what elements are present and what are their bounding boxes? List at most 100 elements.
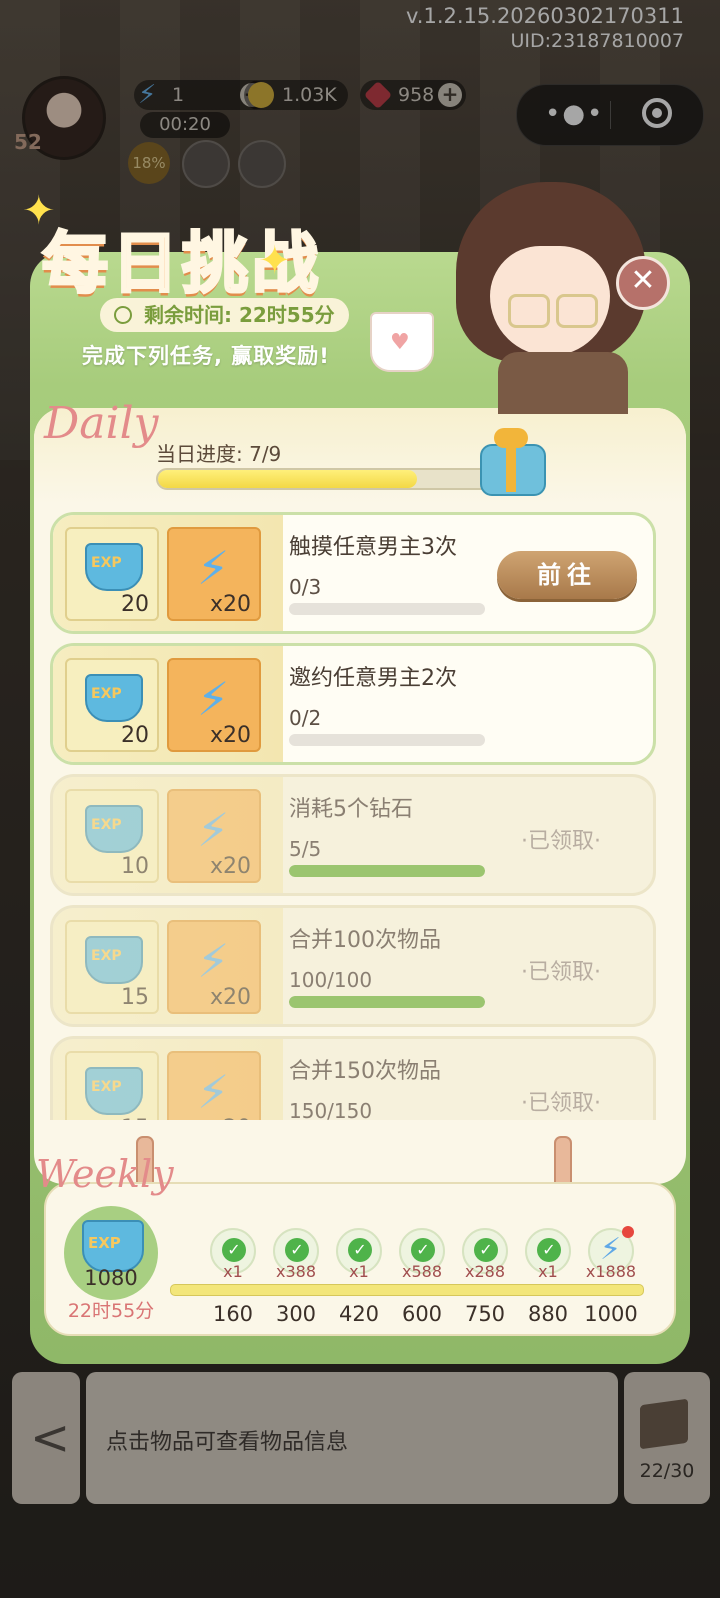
gift-bow (494, 428, 528, 448)
task-name: 触摸任意男主3次 (289, 535, 457, 560)
checkmark-icon: ✓ (411, 1238, 435, 1262)
close-button[interactable]: ✕ (616, 256, 670, 310)
task-row[interactable]: EXP 20 ⚡ x20 触摸任意男主3次 0/3 前往 (50, 512, 656, 634)
energy-reward-qty: x20 (209, 985, 251, 1010)
milestone-qty: x1 (223, 1262, 243, 1281)
storage-box-icon (640, 1398, 688, 1450)
coffee-cup-illustration (370, 312, 434, 372)
item-info-text: 点击物品可查看物品信息 (106, 1430, 349, 1455)
storage-button[interactable]: 22/30 (624, 1372, 710, 1504)
daily-progress-label: 当日进度: 7/9 (156, 442, 282, 466)
lightning-bolt-icon: ⚡ (197, 934, 230, 988)
gift-ribbon (506, 444, 516, 492)
lightning-bolt-icon: ⚡ (197, 672, 230, 726)
exp-cup-icon: EXP (85, 543, 143, 591)
milestone-points: 750 (464, 1302, 506, 1326)
energy-reward-qty: x20 (210, 1116, 251, 1120)
task-name: 邀约任意男主2次 (289, 666, 457, 691)
energy-reward-qty: x20 (209, 723, 251, 748)
exp-cup-icon: EXP (85, 805, 143, 853)
task-count: 0/2 (289, 706, 322, 730)
exp-reward-qty: 15 (121, 985, 149, 1010)
chevron-left-icon: < (30, 1410, 71, 1466)
task-row[interactable]: EXP15⚡x20合并150次物品150/150·已领取· (50, 1036, 656, 1120)
character-glasses (556, 294, 598, 328)
energy-reward-slot: ⚡x20 (167, 789, 261, 883)
remaining-time: 剩余时间: 22时55分 (100, 298, 349, 332)
milestone-points: 880 (527, 1302, 569, 1326)
storage-count: 22/30 (639, 1460, 695, 1482)
task-list[interactable]: EXP 20 ⚡ x20 触摸任意男主3次 0/3 前往 EXP 20 ⚡ x20 邀约任意男主2次 0… (50, 512, 656, 1120)
weekly-script-label: Weekly (36, 1152, 174, 1196)
daily-progress-bar (156, 468, 492, 490)
item-info-bar: 点击物品可查看物品信息 (86, 1372, 618, 1504)
exp-cup-icon: EXP (85, 1067, 143, 1115)
task-progress-bar (289, 603, 485, 615)
milestone-qty: x1 (349, 1262, 369, 1281)
exp-reward-qty: 10 (121, 854, 149, 879)
task-row[interactable]: EXP 15 ⚡ x20 合并100次物品 100/100 ·已领取· (50, 905, 656, 1027)
energy-reward-qty: x20 (209, 854, 251, 879)
exp-cup-icon: EXP (85, 674, 143, 722)
checkmark-icon: ✓ (285, 1238, 309, 1262)
exp-reward-slot: EXP15 (65, 1051, 159, 1120)
task-progress-bar (289, 734, 485, 746)
task-row[interactable]: EXP 10 ⚡ x20 消耗5个钻石 5/5 ·已领取· (50, 774, 656, 896)
gift-box-icon[interactable] (474, 424, 548, 496)
notification-dot (622, 1226, 634, 1238)
milestone-points: 600 (401, 1302, 443, 1326)
task-count: 150/150 (289, 1099, 373, 1120)
energy-reward-slot: ⚡x20 (167, 527, 261, 621)
clock-icon (114, 306, 132, 324)
checkmark-icon: ✓ (537, 1238, 561, 1262)
remaining-time-label: 剩余时间: 22时55分 (144, 303, 335, 327)
weekly-exp-total: 1080 (84, 1266, 138, 1290)
exp-reward-slot: EXP 20 (65, 658, 159, 752)
task-progress-bar (289, 865, 485, 877)
milestone-qty: x288 (464, 1262, 505, 1281)
milestone-qty: x1 (538, 1262, 558, 1281)
energy-reward-qty: x20 (209, 592, 251, 617)
milestone-points: 420 (338, 1302, 380, 1326)
milestone-qty: x388 (275, 1262, 316, 1281)
exp-reward-qty: 20 (121, 723, 149, 748)
character-body (498, 352, 628, 414)
character-glasses (508, 294, 550, 328)
milestone-qty: x1888 (585, 1262, 637, 1281)
back-button[interactable]: < (12, 1372, 80, 1504)
energy-reward-slot: ⚡x20 (167, 920, 261, 1014)
energy-reward-slot: ⚡x20 (167, 1051, 261, 1120)
exp-cup-icon: EXP (82, 1220, 144, 1272)
task-count: 0/3 (289, 575, 322, 599)
milestone-points: 160 (212, 1302, 254, 1326)
claimed-label: ·已领取· (521, 960, 601, 985)
exp-cup-icon: EXP (85, 936, 143, 984)
exp-reward-slot: EXP15 (65, 920, 159, 1014)
lightning-bolt-icon: ⚡ (197, 1065, 230, 1119)
go-button[interactable]: 前往 (497, 551, 637, 599)
daily-progress-fill (158, 470, 417, 488)
exp-reward-qty: 20 (121, 592, 149, 617)
claimed-label: ·已领取· (521, 829, 601, 854)
close-icon: ✕ (630, 263, 656, 298)
task-name: 消耗5个钻石 (289, 797, 413, 822)
exp-reward-slot: EXP 10 (65, 789, 159, 883)
task-name: 合并100次物品 (289, 928, 441, 953)
checkmark-icon: ✓ (348, 1238, 372, 1262)
exp-reward-slot: EXP 20 (65, 527, 159, 621)
claimed-label: ·已领取· (521, 1091, 601, 1116)
milestone-points: 300 (275, 1302, 317, 1326)
task-progress-fill (289, 865, 485, 877)
task-progress-fill (289, 996, 485, 1008)
milestone-points: 1000 (584, 1302, 638, 1326)
weekly-time-left: 22时55分 (67, 1300, 155, 1322)
daily-subtitle: 完成下列任务, 赢取奖励! (82, 344, 330, 368)
task-row[interactable]: EXP 20 ⚡ x20 邀约任意男主2次 0/2 (50, 643, 656, 765)
task-name: 合并150次物品 (289, 1059, 441, 1084)
milestone-qty: x588 (401, 1262, 442, 1281)
checkmark-icon: ✓ (474, 1238, 498, 1262)
checkmark-icon: ✓ (222, 1238, 246, 1262)
sparkle-icon: ✦ (258, 238, 292, 284)
lightning-bolt-icon: ⚡ (197, 541, 230, 595)
exp-reward-qty: 15 (121, 1116, 149, 1120)
